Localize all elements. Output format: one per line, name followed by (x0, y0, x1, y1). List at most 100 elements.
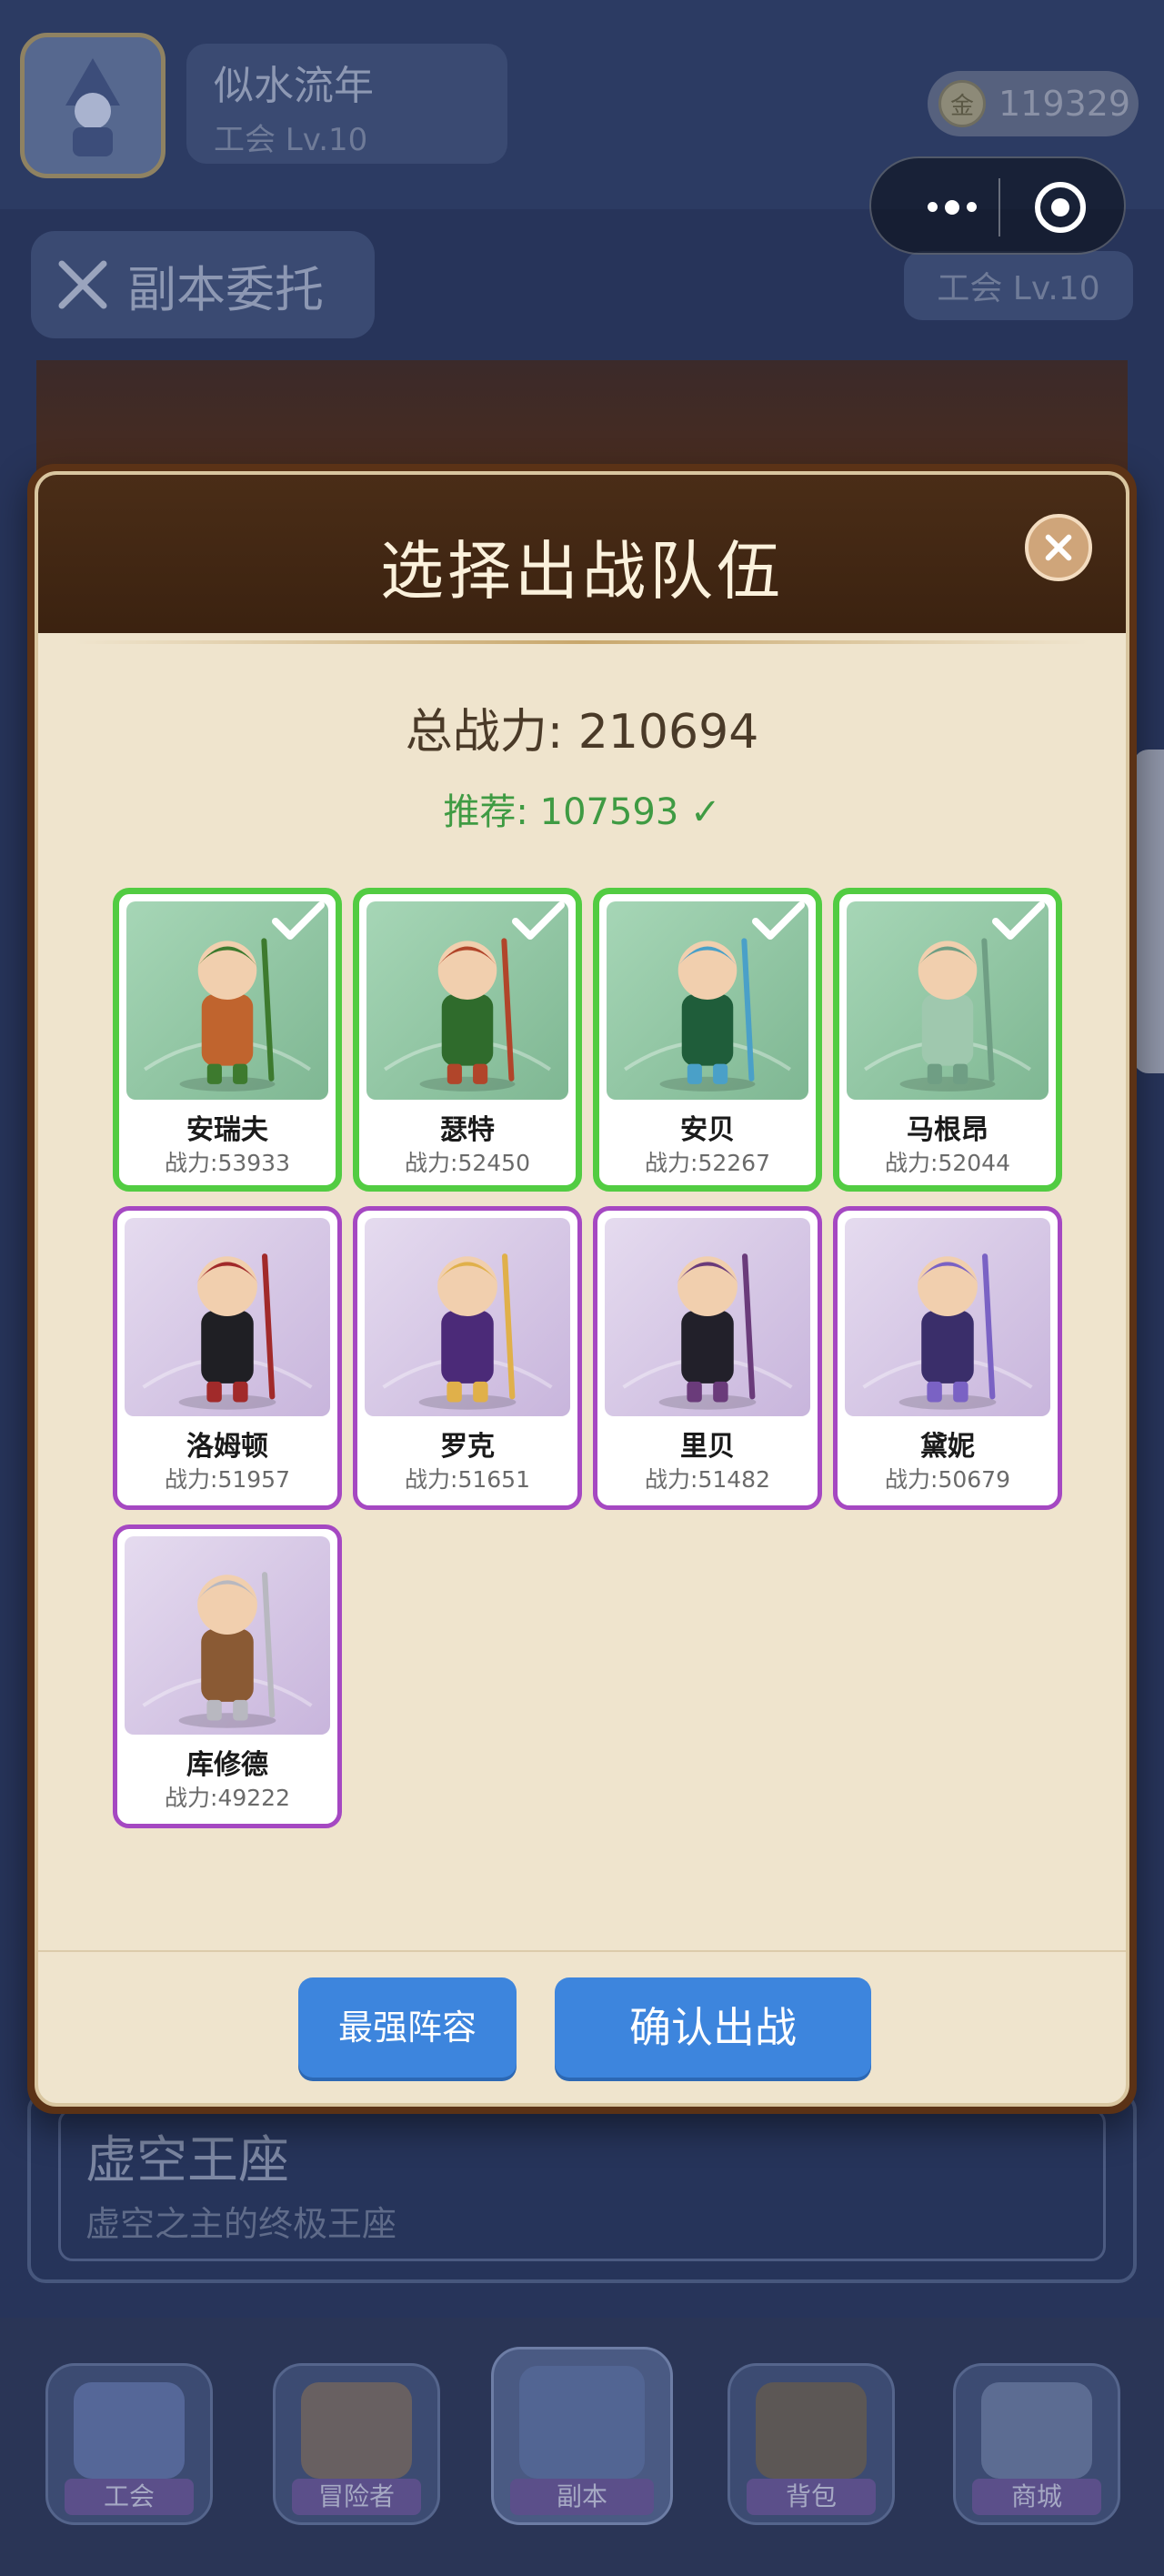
strongest-lineup-button[interactable]: 最强阵容 (298, 1977, 517, 2078)
hero-power-value: 52450 (457, 1150, 530, 1176)
coin-value: 119329 (998, 84, 1131, 124)
hero-power-value: 51482 (697, 1466, 770, 1493)
capsule-divider (998, 178, 1000, 236)
hero-power-label: 战力: (885, 1150, 938, 1176)
hero-power-value: 53933 (217, 1150, 290, 1176)
dungeon-icon (519, 2366, 645, 2479)
header-divider (75, 640, 1089, 644)
hero-name: 洛姆顿 (186, 1431, 268, 1463)
check-icon (752, 901, 805, 940)
footer-divider (38, 1950, 1126, 1952)
recommended-power: 推荐: 107593 ✓ (443, 791, 721, 833)
more-icon[interactable] (928, 200, 977, 215)
hero-power-value: 52267 (697, 1150, 770, 1176)
backpack-icon (756, 2382, 867, 2479)
nav-guild-label: 工会 (65, 2479, 194, 2515)
check-icon (992, 901, 1045, 940)
total-power: 总战力: 210694 (405, 705, 759, 760)
side-scroll-handle[interactable] (1133, 750, 1164, 1073)
hero-card[interactable]: 安贝 战力:52267 (593, 888, 822, 1192)
hero-power-label: 战力: (885, 1466, 938, 1493)
nav-shop-label: 商城 (972, 2479, 1101, 2515)
target-icon[interactable] (1035, 182, 1086, 233)
check-icon (272, 901, 325, 940)
user-info-card: 似水流年 工会 Lv.10 (186, 44, 507, 164)
hero-card[interactable]: 黛妮 战力:50679 (833, 1206, 1062, 1510)
hero-portrait (365, 1218, 570, 1416)
hero-portrait (605, 1218, 810, 1416)
hero-power-label: 战力: (165, 1150, 218, 1176)
nav-adventurer[interactable]: 冒险者 (273, 2363, 440, 2525)
hero-card[interactable]: 洛姆顿 战力:51957 (113, 1206, 342, 1510)
hero-name: 罗克 (440, 1431, 495, 1463)
hero-name: 瑟特 (440, 1114, 495, 1146)
hero-power: 战力:52044 (839, 1145, 1056, 1178)
hero-name: 安瑞夫 (186, 1114, 268, 1146)
dungeon-tab-label: 副本委托 (127, 260, 324, 318)
hero-power-value: 51651 (457, 1466, 530, 1493)
hero-power-value: 51957 (217, 1466, 290, 1493)
wizard-avatar-icon (65, 58, 120, 156)
guild-level-badge: 工会 Lv.10 (904, 251, 1133, 320)
dungeon-card-title: 虚空王座 (85, 2131, 289, 2190)
hero-card[interactable]: 瑟特 战力:52450 (353, 888, 582, 1192)
coin-balance: 金 119329 (928, 71, 1139, 136)
nav-backpack[interactable]: 背包 (728, 2363, 895, 2525)
hero-power-value: 50679 (938, 1466, 1010, 1493)
hero-name: 里贝 (680, 1431, 735, 1463)
hero-portrait (845, 1218, 1050, 1416)
nav-dungeon-label: 副本 (510, 2479, 654, 2515)
hero-power-label: 战力: (165, 1785, 218, 1811)
dungeon-card-description: 虚空之主的终极王座 (85, 2204, 397, 2244)
nav-guild[interactable]: 工会 (45, 2363, 213, 2525)
confirm-battle-button[interactable]: 确认出战 (555, 1977, 871, 2078)
hero-power-label: 战力: (405, 1150, 458, 1176)
user-level: 工会 Lv.10 (214, 122, 368, 158)
user-name: 似水流年 (214, 63, 374, 109)
hero-name: 库修德 (186, 1749, 268, 1781)
hero-card[interactable]: 罗克 战力:51651 (353, 1206, 582, 1510)
check-icon (512, 901, 565, 940)
hero-power-label: 战力: (165, 1466, 218, 1493)
hero-power-value: 52044 (938, 1150, 1010, 1176)
user-avatar[interactable] (20, 33, 166, 178)
hero-card[interactable]: 安瑞夫 战力:53933 (113, 888, 342, 1192)
hero-power: 战力:52267 (599, 1145, 816, 1178)
hero-power: 战力:51651 (357, 1462, 577, 1494)
hero-card[interactable]: 库修德 战力:49222 (113, 1524, 342, 1828)
hero-name: 安贝 (680, 1114, 735, 1146)
hero-portrait (125, 1536, 330, 1735)
hero-power-label: 战力: (645, 1150, 698, 1176)
hero-name: 马根昂 (907, 1114, 988, 1146)
hero-power: 战力:52450 (359, 1145, 576, 1178)
shop-cart-icon (981, 2382, 1092, 2479)
hero-power-label: 战力: (645, 1466, 698, 1493)
hero-power: 战力:51957 (117, 1462, 337, 1494)
hero-power: 战力:49222 (117, 1780, 337, 1813)
hero-power: 战力:50679 (838, 1462, 1058, 1494)
nav-adventurer-label: 冒险者 (292, 2479, 421, 2515)
hero-power: 战力:53933 (119, 1145, 336, 1178)
hero-card[interactable]: 马根昂 战力:52044 (833, 888, 1062, 1192)
hero-power: 战力:51482 (597, 1462, 818, 1494)
close-button[interactable] (1025, 514, 1092, 581)
modal-header: 选择出战队伍 (38, 475, 1126, 633)
adventurer-icon (301, 2382, 412, 2479)
nav-backpack-label: 背包 (747, 2479, 876, 2515)
hero-power-value: 49222 (217, 1785, 290, 1811)
nav-shop[interactable]: 商城 (953, 2363, 1120, 2525)
nav-dungeon[interactable]: 副本 (491, 2347, 673, 2525)
hero-card[interactable]: 里贝 战力:51482 (593, 1206, 822, 1510)
modal-body: 选择出战队伍 总战力: 210694 推荐: 107593 ✓ 安瑞夫 战力:53… (35, 471, 1129, 2107)
hero-name: 黛妮 (920, 1431, 975, 1463)
modal-title: 选择出战队伍 (380, 534, 784, 609)
dungeon-card-void-throne[interactable]: 虚空王座 虚空之主的终极王座 (27, 2092, 1137, 2283)
hero-power-label: 战力: (405, 1466, 458, 1493)
hero-portrait (125, 1218, 330, 1416)
coin-icon: 金 (938, 80, 986, 127)
team-select-modal: 选择出战队伍 总战力: 210694 推荐: 107593 ✓ 安瑞夫 战力:53… (27, 464, 1137, 2114)
castle-icon (74, 2382, 185, 2479)
crossed-swords-icon (58, 260, 107, 309)
mini-program-capsule (869, 156, 1126, 255)
dungeon-commission-tab[interactable]: 副本委托 (31, 231, 375, 338)
